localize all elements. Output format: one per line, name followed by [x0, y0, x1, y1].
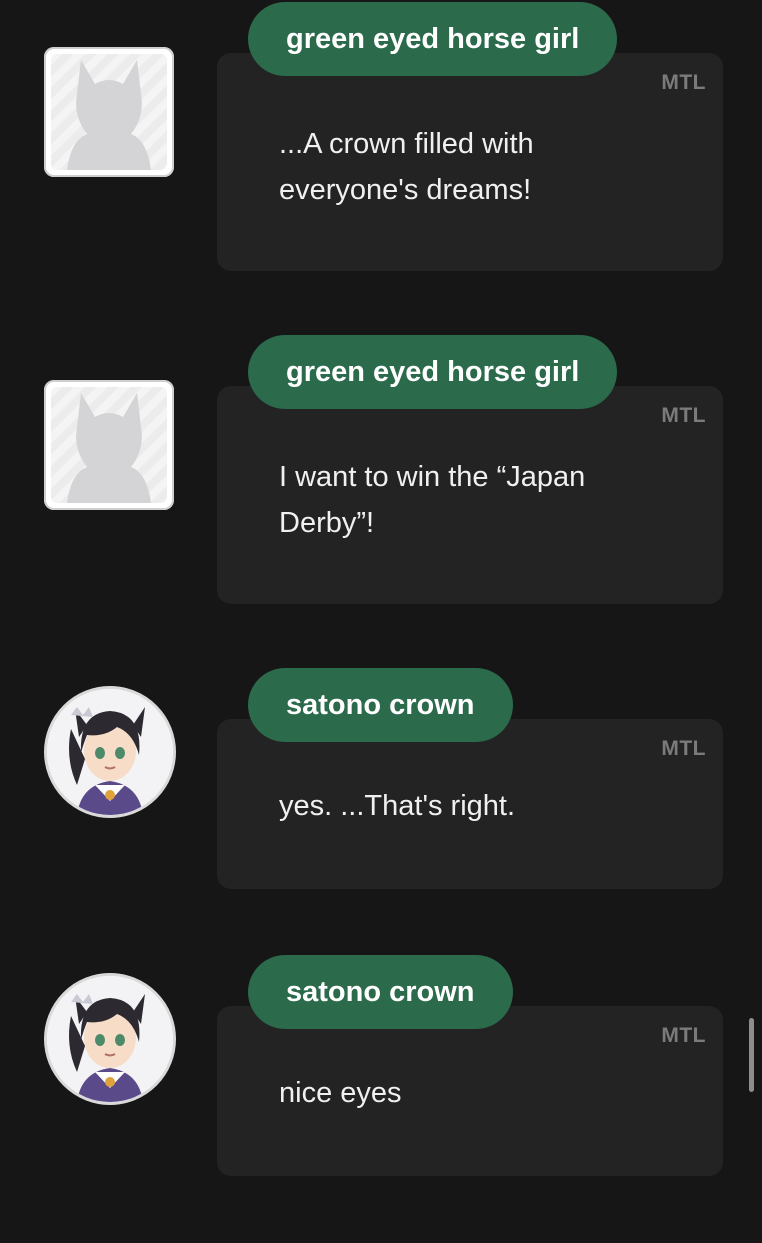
silhouette-icon [51, 387, 167, 503]
speaker-name: green eyed horse girl [248, 335, 618, 409]
mtl-badge: MTL [661, 404, 706, 427]
mtl-badge: MTL [661, 737, 706, 760]
character-portrait-icon [47, 976, 173, 1102]
chat-message: MTL I want to win the “Japan Derby”! gre… [0, 333, 762, 623]
message-bubble: MTL ...A crown filled with everyone's dr… [217, 53, 723, 271]
message-bubble: MTL I want to win the “Japan Derby”! [217, 386, 723, 604]
scrollbar[interactable] [749, 1018, 754, 1092]
avatar[interactable] [44, 973, 176, 1105]
character-portrait-icon [47, 689, 173, 815]
avatar[interactable] [44, 47, 174, 177]
avatar[interactable] [44, 380, 174, 510]
chat-message: MTL yes. ...That's right. satono crown [0, 666, 762, 956]
avatar[interactable] [44, 686, 176, 818]
speaker-name: satono crown [248, 955, 513, 1029]
message-text: yes. ...That's right. [279, 790, 516, 822]
message-text: I want to win the “Japan Derby”! [279, 461, 586, 539]
message-bubble: MTL yes. ...That's right. [217, 719, 723, 889]
speaker-name: green eyed horse girl [248, 2, 618, 76]
mtl-badge: MTL [661, 71, 706, 94]
silhouette-icon [51, 54, 167, 170]
message-text: ...A crown filled with everyone's dreams… [279, 128, 534, 206]
message-text: nice eyes [279, 1077, 402, 1109]
speaker-name: satono crown [248, 668, 513, 742]
message-bubble: MTL nice eyes [217, 1006, 723, 1176]
chat-message: MTL ...A crown filled with everyone's dr… [0, 0, 762, 290]
mtl-badge: MTL [661, 1024, 706, 1047]
